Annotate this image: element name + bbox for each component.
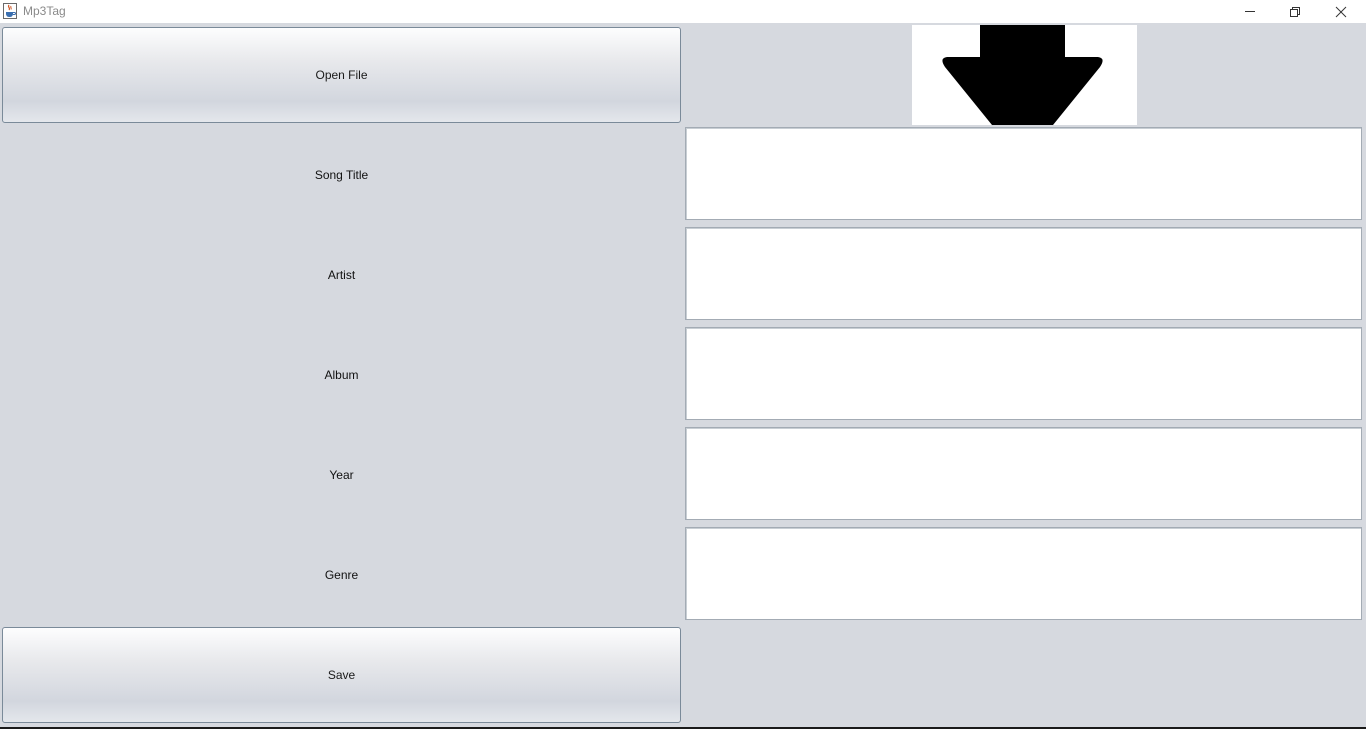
java-cup-icon xyxy=(3,3,17,19)
genre-field[interactable] xyxy=(685,527,1362,620)
save-button[interactable]: Save xyxy=(2,627,681,723)
restore-button[interactable] xyxy=(1272,0,1318,23)
content-panel: Open File Song Title Artist Album Year G… xyxy=(0,23,1366,727)
minimize-button[interactable] xyxy=(1227,0,1273,23)
year-label: Year xyxy=(329,468,354,482)
app-window: Mp3Tag Open File Song Title Artist Album… xyxy=(0,0,1366,729)
cover-art-image xyxy=(912,25,1137,125)
year-field[interactable] xyxy=(685,427,1362,520)
genre-label: Genre xyxy=(324,568,359,582)
song-title-label: Song Title xyxy=(314,168,369,182)
title-bar[interactable]: Mp3Tag xyxy=(0,0,1366,23)
artist-label: Artist xyxy=(327,268,356,282)
album-field[interactable] xyxy=(685,327,1362,420)
artist-field[interactable] xyxy=(685,227,1362,320)
open-file-button[interactable]: Open File xyxy=(2,27,681,123)
restore-icon xyxy=(1290,7,1300,17)
minimize-icon xyxy=(1245,11,1255,12)
down-arrow-icon xyxy=(942,25,1103,125)
album-label: Album xyxy=(324,368,359,382)
song-title-field[interactable] xyxy=(685,127,1362,220)
close-button[interactable] xyxy=(1318,0,1364,23)
window-title: Mp3Tag xyxy=(23,4,66,18)
close-icon xyxy=(1335,6,1347,18)
